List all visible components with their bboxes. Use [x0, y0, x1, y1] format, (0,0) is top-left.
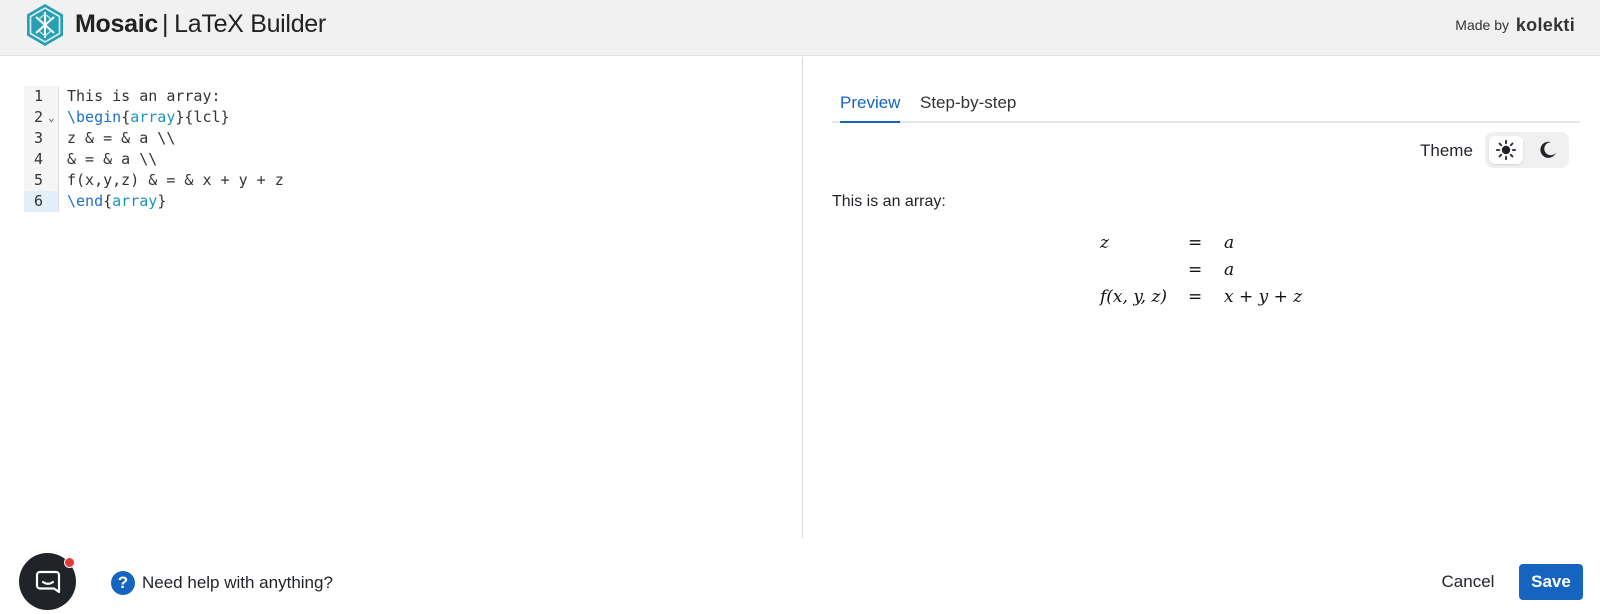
- latex-command: \end: [67, 192, 104, 210]
- preview-text: This is an array:: [832, 193, 946, 210]
- latex-environment: array: [112, 192, 158, 210]
- code-line[interactable]: 1 This is an array:: [24, 86, 794, 107]
- code-line[interactable]: 3 z & = & a \\: [24, 128, 794, 149]
- tab-preview[interactable]: Preview: [840, 92, 901, 123]
- math-cell-right: a: [1224, 260, 1235, 280]
- line-number: 6: [24, 191, 59, 212]
- product-name: LaTeX Builder: [174, 10, 326, 38]
- code-token: z & = & a \\: [67, 129, 176, 147]
- code-token: & = & a \\: [67, 150, 158, 168]
- theme-label: Theme: [1420, 141, 1473, 160]
- code-text: \end{array}: [67, 191, 166, 212]
- math-cell-op: =: [1188, 260, 1203, 280]
- app-title: Mosaic | LaTeX Builder: [75, 9, 326, 39]
- code-text: f(x,y,z) & = & x + y + z: [67, 170, 284, 191]
- made-by-credit[interactable]: Made by kolekti: [1455, 15, 1575, 35]
- fold-chevron-icon[interactable]: ⌄: [48, 107, 55, 128]
- code-token: {: [121, 108, 131, 126]
- code-line[interactable]: 6 \end{array}: [24, 191, 794, 212]
- latex-editor[interactable]: 1 This is an array: 2 ⌄ \begin{array}{lcl} 3 z…: [0, 57, 803, 538]
- math-cell-op: =: [1188, 287, 1203, 307]
- code-token: f(x,y,z) & = & x + y + z: [67, 171, 284, 189]
- moon-icon: [1540, 141, 1556, 158]
- line-number: 4: [24, 149, 59, 170]
- math-cell-op: =: [1188, 233, 1203, 253]
- kolekti-logo[interactable]: kolekti: [1516, 15, 1575, 35]
- light-theme-button[interactable]: [1489, 136, 1523, 164]
- theme-toggle: [1485, 132, 1569, 168]
- made-by-label: Made by: [1455, 17, 1509, 33]
- latex-environment: array: [130, 108, 176, 126]
- code-token: This is an array:: [67, 87, 221, 105]
- mosaic-logo-icon: [27, 4, 63, 46]
- question-icon[interactable]: ?: [111, 571, 135, 595]
- code-text: \begin{array}{lcl}: [67, 107, 230, 128]
- notification-badge: [64, 557, 75, 568]
- help-link[interactable]: Need help with anything?: [142, 571, 333, 595]
- app-header: Mosaic | LaTeX Builder Made by kolekti: [0, 0, 1600, 56]
- code-area[interactable]: 1 This is an array: 2 ⌄ \begin{array}{lcl} 3 z…: [24, 86, 794, 212]
- line-number: 5: [24, 170, 59, 191]
- code-token: }{lcl}: [175, 108, 230, 126]
- code-line[interactable]: 2 ⌄ \begin{array}{lcl}: [24, 107, 794, 128]
- line-number: 3: [24, 128, 59, 149]
- latex-command: \begin: [67, 108, 122, 126]
- math-cell-left: f(x, y, z): [1100, 287, 1168, 307]
- line-number: 1: [24, 86, 59, 107]
- math-cell-right: a: [1224, 233, 1235, 253]
- code-token: }: [157, 192, 167, 210]
- cancel-button[interactable]: Cancel: [1430, 564, 1506, 600]
- dark-theme-button[interactable]: [1531, 136, 1565, 164]
- sun-icon: [1495, 139, 1517, 161]
- brand-name: Mosaic: [75, 10, 158, 38]
- code-text: This is an array:: [67, 86, 221, 107]
- math-cell-left: z: [1100, 233, 1109, 253]
- tab-step-by-step[interactable]: Step-by-step: [920, 92, 1016, 114]
- code-text: & = & a \\: [67, 149, 157, 170]
- code-line[interactable]: 4 & = & a \\: [24, 149, 794, 170]
- code-token: {: [103, 192, 113, 210]
- brand-separator: |: [161, 10, 169, 38]
- math-cell-right: x + y + z: [1224, 287, 1303, 307]
- code-text: z & = & a \\: [67, 128, 175, 149]
- preview-tabs: Preview Step-by-step: [832, 85, 1580, 123]
- chat-bubble-icon: [35, 570, 60, 593]
- save-button[interactable]: Save: [1519, 564, 1583, 600]
- code-line[interactable]: 5 f(x,y,z) & = & x + y + z: [24, 170, 794, 191]
